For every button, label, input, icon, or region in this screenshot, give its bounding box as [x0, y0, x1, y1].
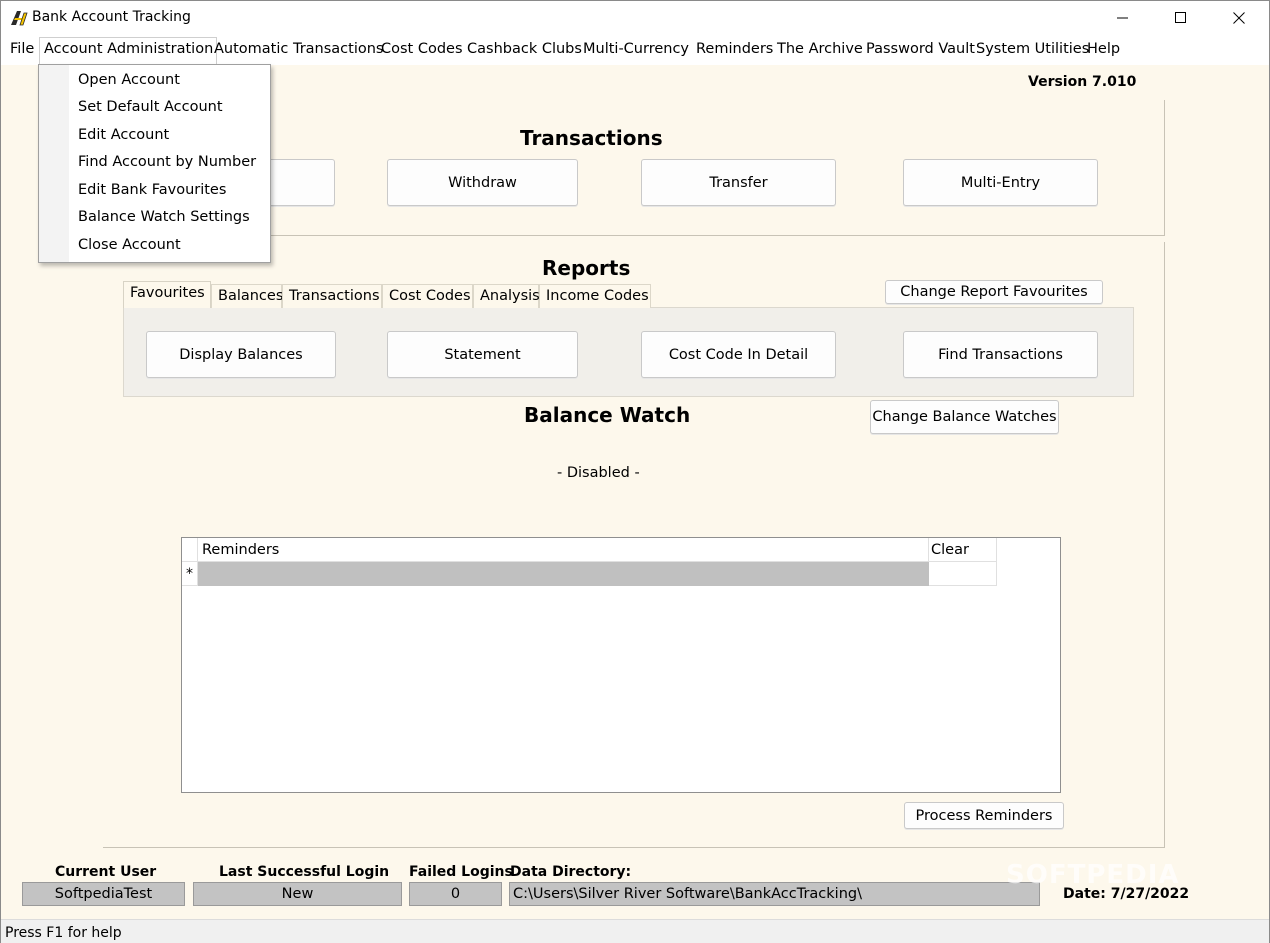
balance-watch-title: Balance Watch [524, 403, 691, 427]
menu-set-default-account[interactable]: Set Default Account [78, 99, 223, 115]
close-icon [1233, 12, 1245, 24]
tab-transactions[interactable]: Transactions [282, 284, 382, 308]
app-logo-icon [11, 11, 28, 26]
menu-reminders[interactable]: Reminders [696, 41, 773, 57]
change-balance-watches-button[interactable]: Change Balance Watches [870, 400, 1059, 434]
window-title: Bank Account Tracking [32, 9, 191, 25]
multi-entry-button[interactable]: Multi-Entry [903, 159, 1098, 206]
data-directory-field: C:\Users\Silver River Software\BankAccTr… [509, 882, 1040, 906]
menu-bar: File Account Administration Automatic Tr… [1, 35, 1269, 65]
current-user-label: Current User [55, 864, 157, 880]
title-bar: Bank Account Tracking [1, 1, 1269, 35]
failed-logins-label: Failed Logins [409, 864, 513, 880]
tab-cost-codes[interactable]: Cost Codes [382, 284, 473, 308]
cost-code-in-detail-button[interactable]: Cost Code In Detail [641, 331, 836, 378]
app-window: Bank Account Tracking File Account Admin… [0, 0, 1270, 943]
grid-cell-reminder-new[interactable] [198, 562, 929, 586]
account-administration-dropdown: Open Account Set Default Account Edit Ac… [38, 64, 271, 263]
status-help-text: Press F1 for help [5, 925, 122, 941]
find-transactions-button[interactable]: Find Transactions [903, 331, 1098, 378]
menu-account-administration[interactable]: Account Administration [39, 37, 218, 64]
tab-income-codes[interactable]: Income Codes [539, 284, 651, 308]
menu-edit-bank-favourites[interactable]: Edit Bank Favourites [78, 182, 226, 198]
minimize-icon [1117, 17, 1128, 19]
menu-cashback-clubs[interactable]: Cashback Clubs [467, 41, 582, 57]
balance-watch-status: - Disabled - [557, 465, 640, 481]
grid-header-reminders[interactable]: Reminders [198, 538, 929, 562]
grid-header-clear[interactable]: Clear [929, 538, 997, 562]
process-reminders-button[interactable]: Process Reminders [904, 802, 1064, 829]
menu-cost-codes[interactable]: Cost Codes [381, 41, 463, 57]
dropdown-icon-gutter [39, 65, 69, 262]
tab-analysis[interactable]: Analysis [473, 284, 540, 308]
deposit-button[interactable] [271, 159, 335, 206]
version-label: Version 7.010 [1028, 74, 1137, 90]
menu-help[interactable]: Help [1087, 41, 1120, 57]
grid-cell-clear-new[interactable] [929, 562, 997, 586]
menu-open-account[interactable]: Open Account [78, 72, 180, 88]
menu-close-account[interactable]: Close Account [78, 237, 181, 253]
grid-corner [182, 538, 198, 562]
current-user-field: SoftpediaTest [22, 882, 185, 906]
menu-multi-currency[interactable]: Multi-Currency [583, 41, 689, 57]
statement-button[interactable]: Statement [387, 331, 578, 378]
menu-system-utilities[interactable]: System Utilities [976, 41, 1089, 57]
menu-file[interactable]: File [10, 41, 34, 57]
current-date: Date: 7/27/2022 [1063, 886, 1190, 902]
last-login-field: New [193, 882, 402, 906]
change-report-favourites-button[interactable]: Change Report Favourites [885, 280, 1103, 304]
last-login-label: Last Successful Login [219, 864, 390, 880]
menu-find-account-by-number[interactable]: Find Account by Number [78, 154, 256, 170]
maximize-icon [1175, 12, 1186, 23]
close-button[interactable] [1210, 1, 1268, 35]
failed-logins-field: 0 [409, 882, 502, 906]
tab-favourites[interactable]: Favourites [123, 281, 211, 308]
reports-title: Reports [542, 256, 631, 280]
withdraw-button[interactable]: Withdraw [387, 159, 578, 206]
menu-the-archive[interactable]: The Archive [777, 41, 863, 57]
menu-balance-watch-settings[interactable]: Balance Watch Settings [78, 209, 250, 225]
menu-edit-account[interactable]: Edit Account [78, 127, 169, 143]
status-bar: Press F1 for help [1, 919, 1269, 943]
display-balances-button[interactable]: Display Balances [146, 331, 336, 378]
tab-balances[interactable]: Balances [211, 284, 283, 308]
menu-password-vault[interactable]: Password Vault [866, 41, 975, 57]
menu-automatic-transactions[interactable]: Automatic Transactions [214, 41, 383, 57]
transactions-title: Transactions [520, 126, 663, 150]
grid-new-row-marker: * [182, 562, 198, 586]
minimize-button[interactable] [1094, 1, 1152, 35]
reminders-grid: Reminders Clear * [181, 537, 1061, 793]
transfer-button[interactable]: Transfer [641, 159, 836, 206]
data-directory-label: Data Directory: [510, 864, 632, 880]
maximize-button[interactable] [1152, 1, 1210, 35]
